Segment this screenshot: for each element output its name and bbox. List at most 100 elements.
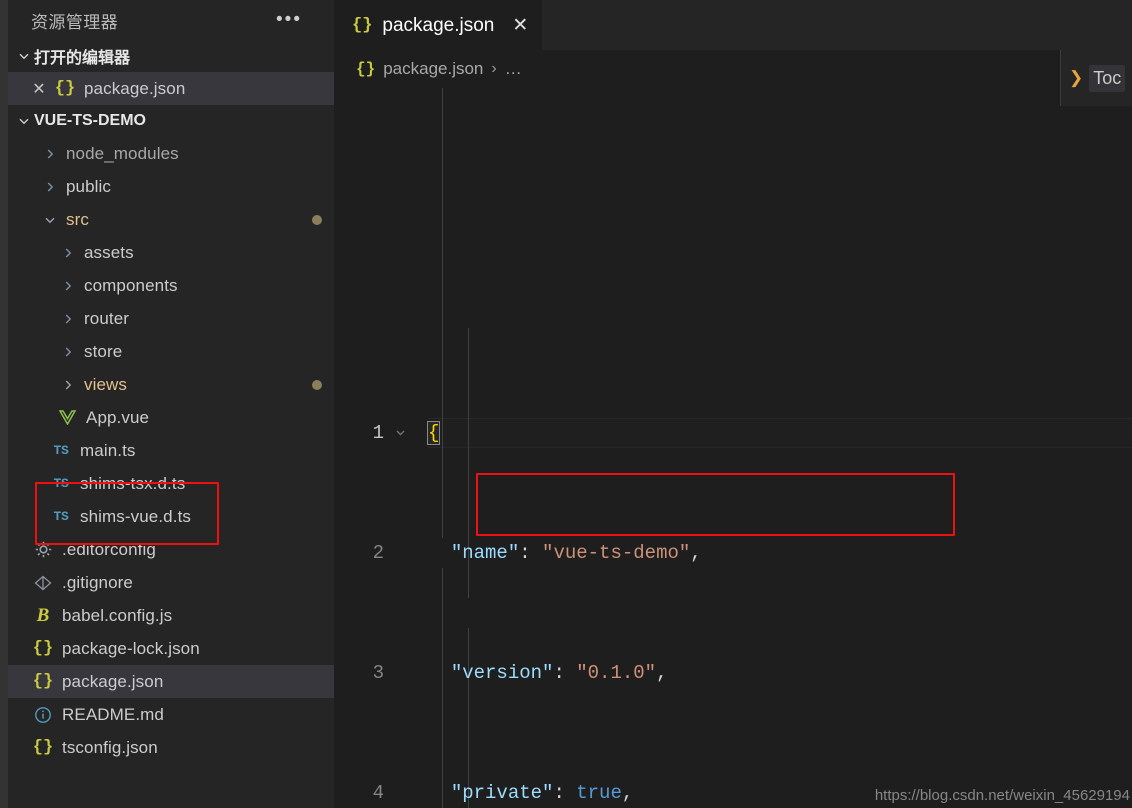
tree-label: main.ts [80, 440, 136, 460]
code-editor[interactable]: 1 { 2 "name": "vue-ts-demo", 3 "version"… [334, 88, 1132, 808]
tree-label: App.vue [86, 407, 150, 427]
code-line[interactable]: 3 "version": "0.1.0", [334, 658, 1132, 688]
open-editor-item-package-json[interactable]: ✕ {} package.json [8, 72, 334, 105]
tree-label: assets [84, 242, 134, 262]
token-key: "version" [450, 662, 554, 684]
tree-item-babel-config[interactable]: B babel.config.js [8, 599, 334, 632]
tree-item-shims-tsx[interactable]: TS shims-tsx.d.ts [8, 467, 334, 500]
tree-item-public[interactable]: public [8, 170, 334, 203]
close-icon[interactable]: ✕ [512, 14, 528, 37]
ts-icon: TS [53, 443, 69, 458]
explorer-title: 资源管理器 [31, 12, 118, 32]
annotation-box-vue-deps [476, 473, 955, 536]
chevron-down-icon[interactable] [40, 210, 60, 230]
git-icon [30, 572, 56, 594]
close-icon[interactable]: ✕ [26, 78, 52, 100]
tree-item-shims-vue[interactable]: TS shims-vue.d.ts [8, 500, 334, 533]
tree-item-tsconfig-json[interactable]: {} tsconfig.json [8, 731, 334, 764]
token-key: "private" [450, 782, 554, 804]
tree-label: views [84, 374, 128, 394]
explorer-sidebar: 资源管理器 ••• 打开的编辑器 ✕ {} package.json VUE-T… [8, 0, 334, 808]
tree-item-src[interactable]: src [8, 203, 334, 236]
line-number: 2 [372, 542, 384, 564]
tree-item-package-lock-json[interactable]: {} package-lock.json [8, 632, 334, 665]
json-icon: {} [352, 16, 373, 35]
outline-peek-panel[interactable]: ❯ Toc [1060, 50, 1132, 106]
tree-label: node_modules [66, 143, 179, 163]
indent-guide [468, 328, 469, 418]
tree-item-main-ts[interactable]: TS main.ts [8, 434, 334, 467]
open-editor-label: package.json [84, 78, 186, 98]
token-punct: , [656, 662, 668, 684]
ellipsis-icon[interactable]: ••• [276, 10, 324, 29]
chevron-down-icon [14, 111, 34, 131]
indent-guide [442, 568, 443, 808]
code-text: { [414, 418, 441, 448]
explorer-title-bar: 资源管理器 ••• [8, 0, 334, 40]
tree-label: babel.config.js [62, 605, 173, 625]
tree-label: shims-tsx.d.ts [80, 473, 186, 493]
token-punct: , [621, 782, 634, 804]
breadcrumb-item-file[interactable]: package.json [383, 59, 483, 79]
tree-item-readme-md[interactable]: README.md [8, 698, 334, 731]
json-icon: {} [32, 738, 54, 757]
section-header-open-editors[interactable]: 打开的编辑器 [8, 40, 334, 72]
tree-item-app-vue[interactable]: App.vue [8, 401, 334, 434]
tree-item-components[interactable]: components [8, 269, 334, 302]
tree-label: public [66, 176, 112, 196]
breadcrumb-overflow[interactable]: … [505, 59, 522, 79]
code-line[interactable]: 4 "private": true, [334, 778, 1132, 808]
breadcrumb-separator: › [491, 60, 497, 77]
tree-label: package.json [62, 671, 164, 691]
chevron-right-icon[interactable] [58, 276, 78, 296]
tree-item-store[interactable]: store [8, 335, 334, 368]
tree-label: shims-vue.d.ts [80, 506, 191, 526]
activity-bar[interactable] [0, 0, 8, 808]
chevron-down-icon [14, 46, 34, 66]
chevron-right-icon[interactable]: ❯ [1069, 68, 1083, 88]
info-icon [30, 704, 56, 726]
line-number: 3 [372, 662, 384, 684]
tree-label: store [84, 341, 123, 361]
fold-chevron-down-icon[interactable] [386, 418, 414, 448]
indent-guide [468, 418, 469, 598]
tree-item-package-json[interactable]: {} package.json [8, 665, 334, 698]
line-number: 4 [372, 782, 384, 804]
line-number: 1 [372, 422, 384, 444]
token-string: "0.1.0" [576, 662, 657, 684]
tree-label: router [84, 308, 130, 328]
json-icon: {} [54, 79, 76, 98]
json-icon: {} [32, 639, 54, 658]
code-text: "version": "0.1.0", [414, 658, 668, 688]
token-punct: : [553, 782, 577, 804]
babel-icon: B [36, 604, 50, 626]
modified-indicator-dot [312, 214, 322, 225]
tree-label: components [84, 275, 178, 295]
code-line[interactable]: 2 "name": "vue-ts-demo", [334, 538, 1132, 568]
code-text: "name": "vue-ts-demo", [414, 538, 702, 568]
section-header-project[interactable]: VUE-TS-DEMO [8, 105, 334, 137]
section-label-open-editors: 打开的编辑器 [34, 50, 131, 67]
token-punct: : [519, 542, 543, 564]
tree-label: tsconfig.json [62, 737, 158, 757]
tree-item-gitignore[interactable]: .gitignore [8, 566, 334, 599]
chevron-right-icon[interactable] [58, 342, 78, 362]
tree-item-node-modules[interactable]: node_modules [8, 137, 334, 170]
chevron-right-icon[interactable] [40, 144, 60, 164]
tree-label: .gitignore [62, 572, 133, 592]
tree-item-router[interactable]: router [8, 302, 334, 335]
token-string: "vue-ts-demo" [542, 542, 691, 564]
tree-item-views[interactable]: views [8, 368, 334, 401]
editor-area: {} package.json ✕ {} package.json › … 1 … [334, 0, 1132, 808]
chevron-right-icon[interactable] [40, 177, 60, 197]
token-punct: : [553, 662, 577, 684]
tree-item-assets[interactable]: assets [8, 236, 334, 269]
code-line[interactable]: 1 { [334, 418, 1132, 448]
chevron-right-icon[interactable] [58, 243, 78, 263]
ts-icon: TS [53, 476, 69, 491]
tab-package-json[interactable]: {} package.json ✕ [334, 0, 543, 50]
chevron-right-icon[interactable] [58, 309, 78, 329]
token-punct: , [690, 542, 702, 564]
tree-item-editorconfig[interactable]: .editorconfig [8, 533, 334, 566]
chevron-right-icon[interactable] [58, 375, 78, 395]
